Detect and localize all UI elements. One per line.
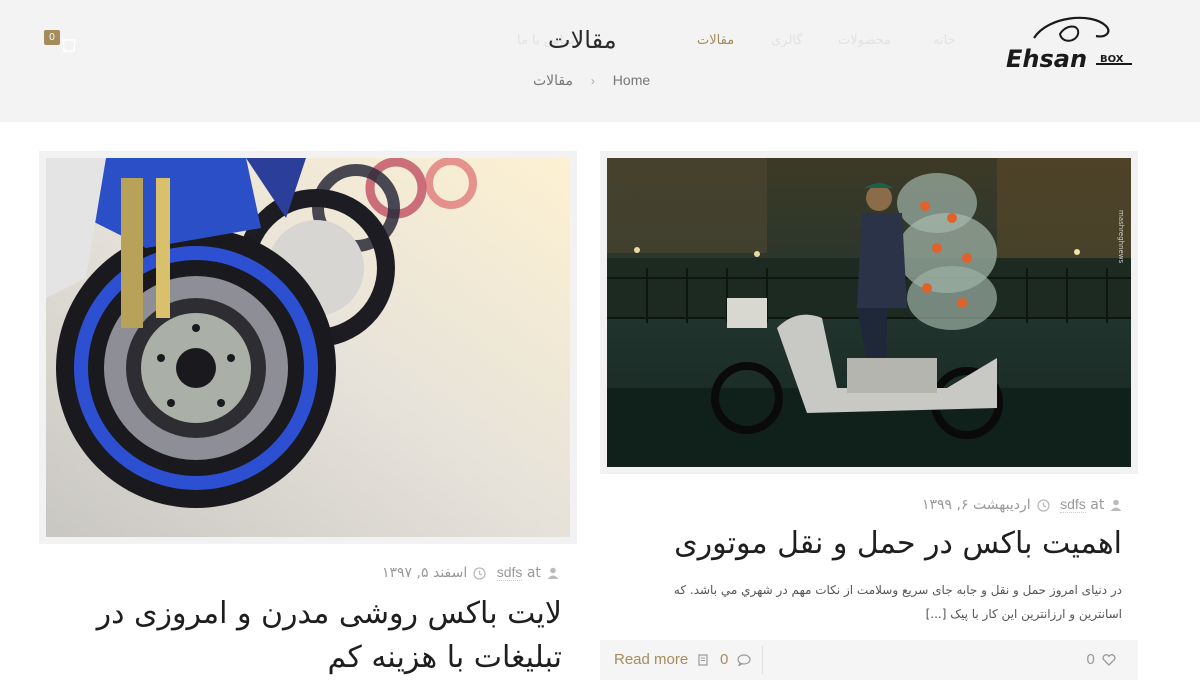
user-icon xyxy=(547,567,559,579)
nav-item-home[interactable]: خانه xyxy=(933,33,956,48)
post-at-label: at xyxy=(1090,497,1105,513)
post-author[interactable]: sdfs xyxy=(1060,496,1086,513)
post-thumbnail[interactable] xyxy=(39,151,577,544)
nav-item-gallery[interactable]: گالری xyxy=(771,33,802,48)
post-meta: sdfs at اردیبهشت ۶, ۱۳۹۹ xyxy=(922,496,1128,513)
chevron-right-icon: › xyxy=(590,74,595,88)
clock-icon xyxy=(1037,498,1050,512)
motorbike-fish-vendor-image: mashreghnews xyxy=(607,158,1131,467)
post-excerpt: در دنیای امروز حمل و نقل و جابه جای سریع… xyxy=(610,578,1122,626)
comment-icon xyxy=(736,654,751,667)
post-date: اردیبهشت ۶, ۱۳۹۹ xyxy=(922,497,1031,513)
divider xyxy=(762,646,763,674)
like-button[interactable]: 0 xyxy=(1086,651,1116,668)
likes-count: 0 xyxy=(1086,651,1095,668)
read-more-link[interactable]: Read more xyxy=(614,651,708,668)
post-title[interactable]: لایت باکس روشی مدرن و امروزی در تبلیغات … xyxy=(80,592,562,680)
post-author[interactable]: sdfs xyxy=(496,564,523,581)
site-header: Ehsan BOX خانه محصولات گالری مقالات تماس… xyxy=(0,0,1200,122)
post-title-line: لایت باکس روشی مدرن و امروزی در xyxy=(96,596,562,631)
svg-text:Ehsan: Ehsan xyxy=(1006,45,1087,73)
site-logo[interactable]: Ehsan BOX xyxy=(1000,12,1135,74)
shopping-bag-icon xyxy=(62,39,76,52)
breadcrumb: مقالات › Home xyxy=(533,72,650,89)
breadcrumb-home[interactable]: Home xyxy=(613,72,650,88)
cart-button[interactable]: 0 xyxy=(44,30,80,56)
clock-icon xyxy=(473,566,486,580)
user-icon xyxy=(1110,499,1122,511)
post-meta: sdfs at اسفند ۵, ۱۳۹۷ xyxy=(382,564,565,581)
cart-count-badge: 0 xyxy=(44,30,60,45)
nav-item-articles[interactable]: مقالات xyxy=(697,33,734,48)
comments-link[interactable]: 0 xyxy=(720,651,751,668)
document-icon xyxy=(698,654,708,666)
post-date: اسفند ۵, ۱۳۹۷ xyxy=(382,565,468,581)
post-at-label: at xyxy=(526,565,541,581)
post-title[interactable]: اهمیت باکس در حمل و نقل موتوری xyxy=(640,522,1122,566)
ehsan-box-logo-icon: Ehsan BOX xyxy=(1006,16,1132,73)
post-footer: Read more 0 0 xyxy=(600,640,1138,680)
motorcycle-wheels-image xyxy=(46,158,570,537)
comments-count: 0 xyxy=(720,651,729,668)
svg-text:mashreghnews: mashreghnews xyxy=(1117,210,1125,264)
heart-icon xyxy=(1102,654,1116,666)
read-more-label: Read more xyxy=(614,651,689,668)
nav-item-products[interactable]: محصولات xyxy=(838,33,891,48)
post-title-line: تبلیغات با هزینه کم xyxy=(327,640,562,675)
post-thumbnail[interactable]: mashreghnews xyxy=(600,151,1138,474)
post-excerpt-line: در دنیای امروز حمل و نقل و جابه جای سریع… xyxy=(673,583,1122,597)
post-excerpt-line: اسانترین و ارزانترین این کار با پیک [...… xyxy=(925,607,1122,621)
breadcrumb-current: مقالات xyxy=(533,72,574,88)
page-title: مقالات xyxy=(548,26,617,54)
